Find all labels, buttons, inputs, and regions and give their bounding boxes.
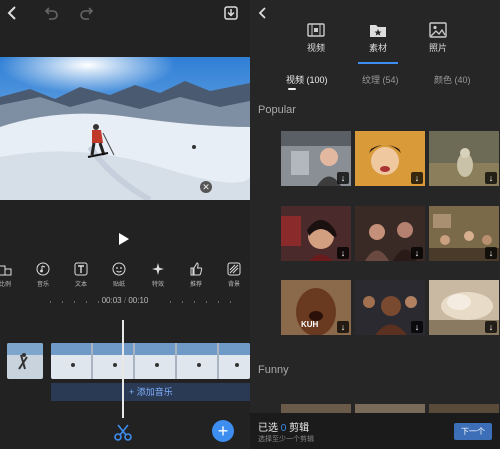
- tool-background[interactable]: 背景: [219, 260, 249, 288]
- media-tile[interactable]: ↓: [281, 206, 351, 261]
- download-icon[interactable]: ↓: [411, 247, 423, 259]
- next-button[interactable]: 下一个: [454, 423, 492, 440]
- media-tile[interactable]: ↓: [429, 131, 499, 186]
- editor-top-bar: [0, 0, 250, 28]
- download-icon[interactable]: ↓: [485, 247, 497, 259]
- tool-label: 比例: [0, 282, 11, 288]
- tool-label: 特效: [151, 282, 164, 288]
- text-icon: [74, 262, 88, 276]
- sticker-icon: [112, 262, 126, 276]
- tile-caption: KUH: [301, 320, 319, 329]
- category-label: 视频: [306, 43, 325, 53]
- time-separator: /: [123, 296, 127, 305]
- play-icon[interactable]: [118, 232, 130, 246]
- tool-label: 贴纸: [112, 282, 125, 288]
- subtab-colors[interactable]: 颜色 (40): [434, 73, 471, 86]
- total-time: 00:10: [128, 296, 149, 305]
- clip-thumbnail[interactable]: [7, 343, 43, 379]
- selection-count: 已选 0 剪辑: [258, 419, 309, 434]
- sparkle-icon: [152, 263, 164, 275]
- media-tile[interactable]: ↓: [429, 206, 499, 261]
- video-clip-track[interactable]: [51, 343, 250, 379]
- media-tile[interactable]: KUH ↓: [281, 280, 351, 335]
- media-tile[interactable]: ↓: [355, 206, 425, 261]
- section-title-popular: Popular: [258, 104, 296, 116]
- subtab-bar: 视频 (100) 纹理 (54) 颜色 (40): [250, 73, 500, 87]
- add-music-track[interactable]: + 添加音乐: [51, 383, 250, 401]
- category-assets[interactable]: 素材: [358, 22, 398, 54]
- thumbs-up-icon: [190, 262, 203, 276]
- background-icon: [227, 262, 241, 276]
- tool-bar: 比例 音乐 文本 贴纸 特效 推荐 背景: [0, 260, 250, 294]
- film-icon: [307, 23, 325, 37]
- subtab-videos[interactable]: 视频 (100): [286, 73, 328, 86]
- download-icon[interactable]: ↓: [411, 321, 423, 333]
- selection-number: 0: [280, 423, 287, 434]
- tool-sticker[interactable]: 贴纸: [104, 260, 134, 288]
- download-icon[interactable]: ↓: [337, 172, 349, 184]
- category-label: 素材: [368, 43, 387, 53]
- selection-bar: 已选 0 剪辑 选择至少一个剪辑 下一个: [250, 413, 500, 449]
- download-icon[interactable]: ↓: [337, 247, 349, 259]
- tool-label: 音乐: [36, 282, 49, 288]
- media-tile[interactable]: ↓: [281, 131, 351, 186]
- aspect-ratio-icon: [0, 265, 12, 276]
- export-icon[interactable]: [222, 4, 240, 22]
- plus-icon: +: [129, 387, 135, 397]
- back-icon[interactable]: [256, 6, 270, 20]
- category-video[interactable]: 视频: [296, 22, 336, 54]
- tool-text[interactable]: 文本: [66, 260, 96, 288]
- redo-icon[interactable]: [78, 4, 96, 22]
- media-tile[interactable]: ↓: [355, 280, 425, 335]
- download-icon[interactable]: ↓: [337, 321, 349, 333]
- tool-label: 背景: [227, 282, 240, 288]
- add-clip-button[interactable]: +: [212, 420, 234, 442]
- back-icon[interactable]: [4, 4, 22, 22]
- tool-music[interactable]: 音乐: [28, 260, 58, 288]
- category-label: 照片: [428, 43, 447, 53]
- media-tile[interactable]: ↓: [355, 131, 425, 186]
- download-icon[interactable]: ↓: [485, 321, 497, 333]
- download-icon[interactable]: ↓: [485, 172, 497, 184]
- tool-label: 推荐: [189, 282, 202, 288]
- scissors-icon[interactable]: [113, 424, 133, 442]
- tool-aspect-ratio[interactable]: 比例: [0, 260, 20, 288]
- category-photos[interactable]: 照片: [418, 22, 458, 54]
- subtab-indicator: [288, 88, 296, 90]
- playhead[interactable]: [122, 320, 124, 418]
- add-music-label: 添加音乐: [136, 387, 173, 397]
- tool-label: 文本: [74, 282, 87, 288]
- media-tile[interactable]: ↓: [429, 280, 499, 335]
- music-note-icon: [36, 262, 50, 276]
- timecode: 00:03 / 00:10: [0, 296, 250, 305]
- folder-star-icon: [370, 25, 386, 37]
- current-time: 00:03: [101, 296, 122, 305]
- download-icon[interactable]: ↓: [411, 172, 423, 184]
- editor-panel: ✕ 比例 音乐 文本 贴纸 特效 推荐 背景 00:03 / 00:10 + 添…: [0, 0, 250, 449]
- subtab-textures[interactable]: 纹理 (54): [362, 73, 399, 86]
- section-title-funny: Funny: [258, 364, 289, 376]
- category-indicator: [358, 62, 398, 64]
- tool-recommend[interactable]: 推荐: [181, 260, 211, 288]
- image-icon: [429, 22, 447, 38]
- close-icon[interactable]: ✕: [200, 181, 212, 193]
- tool-effects[interactable]: 特效: [143, 260, 173, 288]
- undo-icon[interactable]: [42, 4, 60, 22]
- selection-hint: 选择至少一个剪辑: [258, 436, 314, 443]
- selection-prefix: 已选: [258, 423, 278, 434]
- selection-suffix: 剪辑: [289, 423, 310, 434]
- media-picker-panel: 视频 素材 照片 视频 (100) 纹理 (54) 颜色 (40) Popula…: [250, 0, 500, 449]
- video-preview[interactable]: [0, 57, 250, 200]
